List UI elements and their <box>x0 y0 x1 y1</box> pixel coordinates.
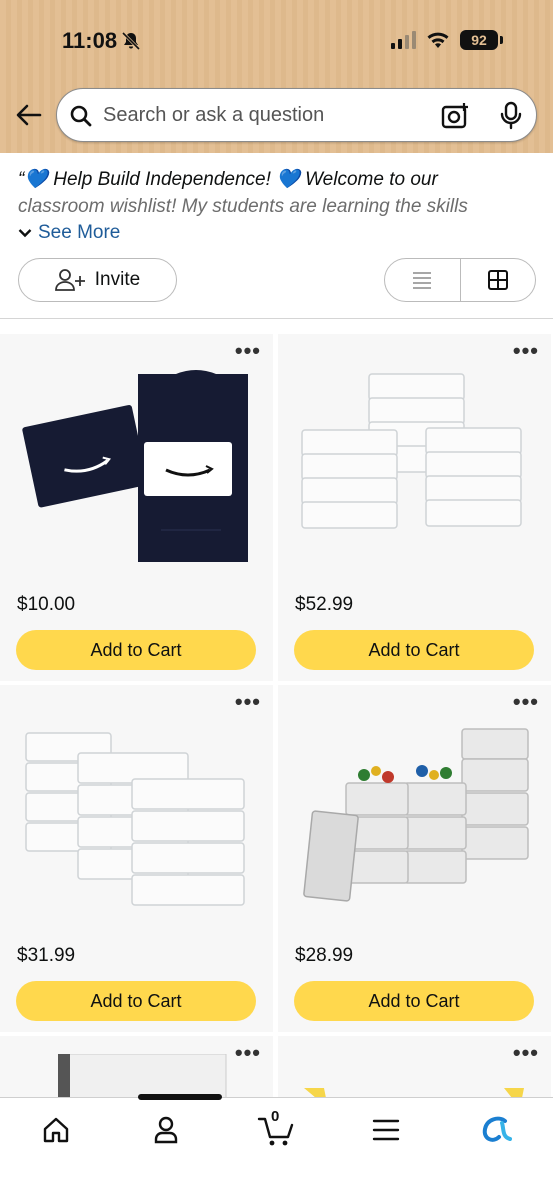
grid-view-button[interactable] <box>459 259 536 301</box>
search-input[interactable] <box>103 89 433 141</box>
storage-bins-image <box>301 373 522 529</box>
rufus-icon <box>482 1116 512 1142</box>
microphone-icon[interactable] <box>497 101 525 131</box>
back-arrow-icon[interactable] <box>14 100 44 130</box>
account-icon <box>154 1116 178 1144</box>
cart-count: 0 <box>271 1108 280 1125</box>
item-price: $28.99 <box>295 945 354 966</box>
status-time: 11:08 <box>62 28 141 54</box>
search-bar[interactable] <box>56 88 537 142</box>
more-options-icon[interactable]: ••• <box>513 1042 539 1064</box>
item-price: $10.00 <box>17 594 76 615</box>
woven-baskets-image <box>303 728 529 902</box>
invite-button[interactable]: Invite <box>18 258 177 302</box>
battery-level: 92 <box>471 32 487 48</box>
top-header: 11:08 92 <box>0 0 553 153</box>
nav-rufus[interactable] <box>476 1112 516 1148</box>
add-to-cart-button[interactable]: Add to Cart <box>16 630 256 670</box>
nav-home[interactable] <box>36 1112 76 1148</box>
battery-icon: 92 <box>460 30 498 50</box>
more-options-icon[interactable]: ••• <box>513 691 539 713</box>
add-person-icon <box>54 269 85 291</box>
status-icons: 92 <box>391 30 503 50</box>
signal-icon <box>391 31 416 49</box>
shoe-box-containers-image <box>25 732 245 906</box>
bell-muted-icon <box>122 31 141 51</box>
description-line-1: “💙 Help Build Independence! 💙 Welcome to… <box>18 169 438 190</box>
list-view-icon <box>413 272 432 289</box>
wifi-icon <box>427 32 449 48</box>
more-options-icon[interactable]: ••• <box>235 1042 261 1064</box>
product-card[interactable]: ••• $52.99 Add to Cart <box>278 334 551 681</box>
product-card[interactable]: ••• $10.00 Add to Cart <box>0 334 273 681</box>
chevron-down-icon <box>18 229 32 238</box>
grid-view-icon <box>487 270 508 290</box>
product-card[interactable]: ••• <box>278 1036 551 1100</box>
camera-lens-icon[interactable] <box>440 101 470 131</box>
nav-account[interactable] <box>146 1112 186 1148</box>
product-card[interactable]: ••• <box>0 1036 273 1100</box>
see-more-link[interactable]: See More <box>18 222 120 244</box>
section-divider <box>0 318 553 319</box>
product-card[interactable]: ••• $31.99 Add to Cart <box>0 685 273 1032</box>
more-options-icon[interactable]: ••• <box>235 691 261 713</box>
product-grid: ••• $10.00 Add to Cart ••• $52.99 Add to… <box>0 330 553 1100</box>
add-to-cart-button[interactable]: Add to Cart <box>16 981 256 1021</box>
list-description: “💙 Help Build Independence! 💙 Welcome to… <box>18 166 538 220</box>
drag-handle[interactable] <box>138 1094 222 1100</box>
more-options-icon[interactable]: ••• <box>235 340 261 362</box>
see-more-label: See More <box>38 222 121 243</box>
menu-icon <box>372 1119 400 1141</box>
bottom-navigation: 0 <box>0 1094 553 1200</box>
product-card[interactable]: ••• $28.99 Add to Cart <box>278 685 551 1032</box>
view-toggle <box>384 258 536 302</box>
description-line-2: classroom wishlist! My students are lear… <box>18 196 468 217</box>
nav-cart[interactable]: 0 <box>256 1108 296 1148</box>
item-price: $52.99 <box>295 594 354 615</box>
gift-card-image <box>22 370 248 562</box>
add-to-cart-button[interactable]: Add to Cart <box>294 630 534 670</box>
invite-label: Invite <box>94 269 141 290</box>
add-to-cart-button[interactable]: Add to Cart <box>294 981 534 1021</box>
nav-menu[interactable] <box>366 1112 406 1148</box>
search-icon <box>70 105 92 127</box>
home-icon <box>43 1117 69 1143</box>
clock: 11:08 <box>62 28 118 53</box>
item-price: $31.99 <box>17 945 76 966</box>
list-view-button[interactable] <box>385 259 460 301</box>
more-options-icon[interactable]: ••• <box>513 340 539 362</box>
